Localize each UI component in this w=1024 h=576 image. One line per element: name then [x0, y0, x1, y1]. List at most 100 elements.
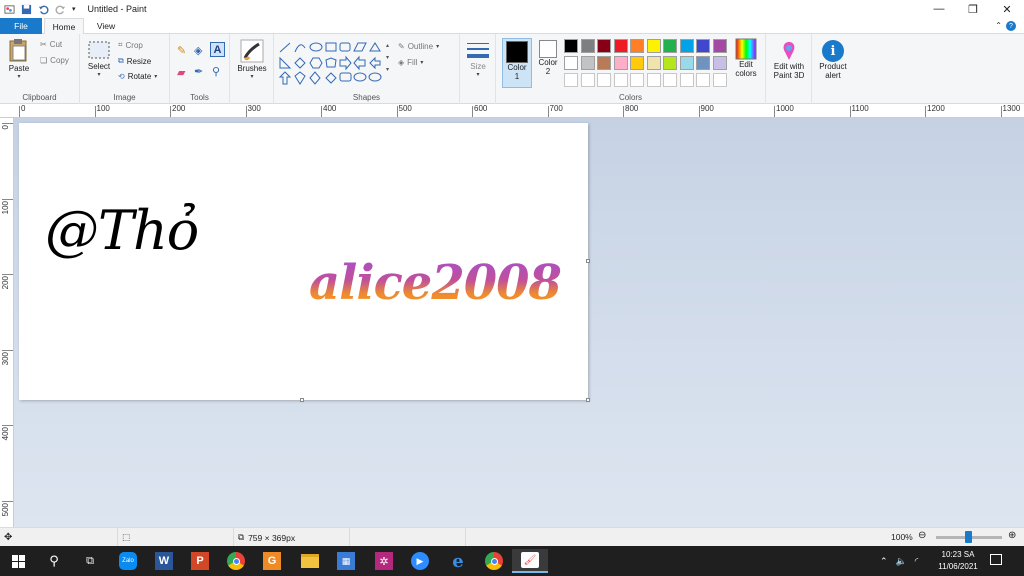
restore-button[interactable]: ❐: [956, 0, 990, 18]
resize-handle-right[interactable]: [586, 259, 590, 263]
resize-button[interactable]: ⧉ Resize: [118, 56, 151, 66]
volume-icon[interactable]: 🔈: [896, 556, 907, 567]
cut-button[interactable]: ✂ Cut: [40, 40, 62, 49]
color-swatch[interactable]: [613, 56, 628, 70]
brushes-button[interactable]: Brushes ▾: [234, 38, 270, 80]
drawing-canvas[interactable]: @Thỏ alice2008: [19, 123, 588, 400]
copy-button[interactable]: ❏ Copy: [40, 56, 69, 65]
help-icon[interactable]: ?: [1006, 21, 1016, 31]
taskbar-chrome-2[interactable]: [476, 549, 512, 573]
taskbar-file-explorer[interactable]: [292, 549, 328, 573]
fill-bucket-icon[interactable]: ◈: [194, 44, 202, 57]
zoom-in-icon[interactable]: ⊕: [1008, 530, 1016, 541]
resize-handle-bottom[interactable]: [300, 398, 304, 402]
color-swatch[interactable]: [613, 39, 628, 53]
color-swatch[interactable]: [696, 56, 710, 70]
chevron-down-icon[interactable]: ▾: [250, 73, 253, 80]
taskbar-foxit[interactable]: G: [254, 549, 290, 573]
color-swatch[interactable]: [564, 39, 578, 53]
customize-quick-access-icon[interactable]: ▾: [72, 5, 76, 13]
edit-colors-button[interactable]: Edit colors: [730, 38, 762, 78]
wifi-icon[interactable]: ◜: [915, 556, 919, 567]
save-icon[interactable]: [21, 4, 32, 15]
color-swatch[interactable]: [663, 39, 677, 53]
color-swatch[interactable]: [712, 73, 727, 87]
ruler-label: 400: [323, 104, 337, 113]
taskbar-powerpoint[interactable]: P: [182, 549, 218, 573]
undo-icon[interactable]: [38, 4, 49, 15]
color1-button[interactable]: Color 1: [502, 38, 532, 88]
minimize-button[interactable]: —: [922, 0, 956, 18]
chevron-down-icon[interactable]: ▾: [97, 71, 100, 78]
taskbar-edge[interactable]: e: [440, 549, 476, 573]
zoom-out-icon[interactable]: ⊖: [918, 530, 926, 541]
fill-button[interactable]: ◈ Fill ▾: [398, 58, 423, 67]
paste-button[interactable]: Paste ▾: [4, 38, 34, 80]
size-button[interactable]: Size ▾: [463, 40, 493, 78]
tab-home[interactable]: Home: [44, 18, 84, 35]
text-tool-icon[interactable]: A: [210, 42, 225, 57]
rotate-button[interactable]: ⟲ Rotate ▾: [118, 72, 157, 81]
chevron-down-icon[interactable]: ▾: [154, 73, 157, 80]
color-swatch[interactable]: [696, 39, 710, 53]
tab-file[interactable]: File: [0, 18, 42, 34]
taskbar-word[interactable]: W: [146, 549, 182, 573]
taskbar-clock[interactable]: 10:23 SA 11/06/2021: [930, 549, 986, 573]
tab-view[interactable]: View: [86, 18, 126, 34]
color2-button[interactable]: Color 2: [534, 40, 562, 76]
chevron-down-icon[interactable]: ▾: [17, 73, 20, 80]
color-swatch[interactable]: [712, 56, 727, 70]
color-swatch[interactable]: [580, 56, 595, 70]
zoom-slider-thumb[interactable]: [965, 531, 972, 543]
product-alert-button[interactable]: i Product alert: [814, 40, 852, 80]
taskbar-zalo[interactable]: Zalo: [110, 549, 146, 573]
magnifier-icon[interactable]: ⚲: [212, 65, 220, 78]
color-swatch[interactable]: [712, 39, 727, 53]
color-swatch[interactable]: [597, 39, 611, 53]
color-swatch[interactable]: [663, 56, 677, 70]
color-swatch[interactable]: [646, 73, 661, 87]
color-swatch[interactable]: [580, 39, 595, 53]
color-swatch[interactable]: [696, 73, 710, 87]
color-swatch[interactable]: [613, 73, 628, 87]
close-button[interactable]: ✕: [990, 0, 1024, 18]
color-swatch[interactable]: [679, 73, 694, 87]
search-button[interactable]: ⚲: [36, 549, 72, 573]
color-swatch[interactable]: [646, 39, 661, 53]
taskbar-zoom[interactable]: ▶: [402, 549, 438, 573]
color-swatch[interactable]: [679, 56, 694, 70]
color-picker-icon[interactable]: ✒: [194, 65, 203, 78]
eraser-icon[interactable]: ▰: [177, 66, 185, 79]
chevron-up-icon[interactable]: ⌃: [995, 21, 1002, 30]
color-swatch[interactable]: [630, 73, 644, 87]
color-swatch[interactable]: [597, 73, 611, 87]
canvas-workspace[interactable]: @Thỏ alice2008: [14, 118, 1024, 527]
notification-center-button[interactable]: [990, 554, 1002, 567]
edit-with-paint3d-button[interactable]: Edit with Paint 3D: [769, 40, 809, 80]
taskbar-calculator[interactable]: ▦: [328, 549, 364, 573]
color-swatch[interactable]: [630, 39, 644, 53]
pencil-icon[interactable]: ✎: [177, 44, 186, 57]
task-view-button[interactable]: ⧉: [72, 549, 108, 573]
taskbar-chrome[interactable]: [218, 549, 254, 573]
select-button[interactable]: Select ▾: [84, 40, 114, 78]
taskbar-paint[interactable]: 🖌: [512, 549, 548, 573]
color-swatch[interactable]: [630, 56, 644, 70]
shapes-gallery[interactable]: [278, 40, 388, 88]
color-swatch[interactable]: [564, 56, 578, 70]
start-button[interactable]: [0, 549, 36, 573]
color-swatch[interactable]: [564, 73, 578, 87]
outline-button[interactable]: ✎ Outline ▾: [398, 42, 439, 51]
zoom-slider[interactable]: [936, 531, 1002, 543]
color-swatch[interactable]: [580, 73, 595, 87]
resize-handle-corner[interactable]: [586, 398, 590, 402]
crop-button[interactable]: ⌗ Crop: [118, 40, 143, 50]
color-swatch[interactable]: [597, 56, 611, 70]
shapes-scroll[interactable]: ▴ ▾ ▾: [386, 40, 394, 88]
chevron-up-icon[interactable]: ⌃: [880, 556, 888, 567]
color-swatch[interactable]: [646, 56, 661, 70]
taskbar-photos[interactable]: ✲: [366, 549, 402, 573]
redo-icon[interactable]: [55, 4, 66, 15]
color-swatch[interactable]: [663, 73, 677, 87]
color-swatch[interactable]: [679, 39, 694, 53]
